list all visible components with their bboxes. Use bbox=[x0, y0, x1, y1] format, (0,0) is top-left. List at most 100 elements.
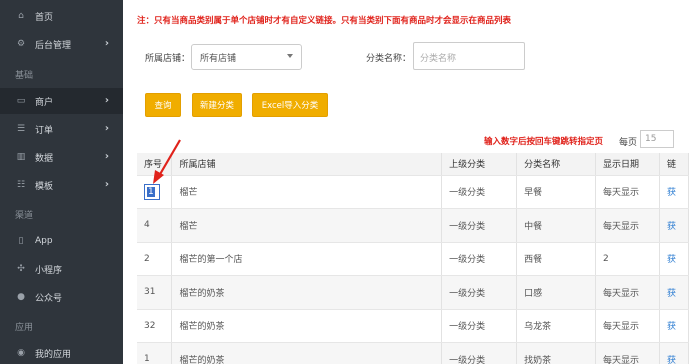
sidebar-item[interactable]: ✣ 小程序 bbox=[0, 256, 123, 282]
row-number-selected: 1 bbox=[147, 186, 155, 197]
sidebar-item[interactable]: ◉ 我的应用 bbox=[0, 340, 123, 364]
chart-icon: ▥ bbox=[16, 152, 26, 162]
row-number: 1 bbox=[144, 354, 150, 364]
cell-store: 榴芒 bbox=[171, 175, 443, 209]
sidebar-item-label: 数据 bbox=[35, 153, 54, 164]
sidebar-item[interactable]: ☷ 模板 › bbox=[0, 172, 123, 198]
sidebar-item[interactable]: ▥ 数据 › bbox=[0, 144, 123, 170]
table-row[interactable]: 32 榴芒的奶茶 一级分类 乌龙茶 每天显示获 bbox=[137, 309, 689, 343]
table-row[interactable]: 31 榴芒的奶茶 一级分类 口感 每天显示获 bbox=[137, 275, 689, 310]
per-page-input[interactable]: 15 bbox=[640, 130, 674, 148]
sidebar: ⌂ 首页 ⚙ 后台管理 › ▭ 商户 › ☰ 订单 › ▥ 数据 › ☷ 模板 › ▯ App ✣ 小程序 ● 公众号 ◉ 我的… bbox=[0, 0, 123, 364]
cell-parent: 一级分类 bbox=[441, 275, 518, 310]
sidebar-item-label: 模板 bbox=[35, 181, 54, 192]
category-table: 序号 所属店铺 上级分类 分类名称 显示日期 链 1 榴芒 一级分类 早餐 每天显示获 4… bbox=[137, 153, 689, 364]
annotation-arrow-icon bbox=[153, 139, 181, 184]
menu-icon: ☷ bbox=[16, 180, 26, 190]
chevron-right-icon: › bbox=[104, 179, 109, 190]
cell-parent: 一级分类 bbox=[441, 242, 518, 276]
chevron-right-icon: › bbox=[104, 38, 109, 49]
sidebar-section-label: 应用 bbox=[15, 323, 34, 333]
cell-store: 榴芒的奶茶 bbox=[171, 342, 443, 364]
cell-no[interactable]: 4 bbox=[137, 208, 173, 243]
cell-date: 每天显示 bbox=[595, 175, 660, 209]
cell-store: 榴芒的第一个店 bbox=[171, 242, 443, 276]
cell-no[interactable]: 2 bbox=[137, 242, 173, 276]
category-name-placeholder: 分类名称 bbox=[420, 54, 457, 64]
cell-link[interactable]: 获 bbox=[659, 342, 689, 364]
monitor-icon: ▭ bbox=[16, 96, 26, 106]
table-row[interactable]: 4 榴芒 一级分类 中餐 每天显示获 bbox=[137, 208, 689, 243]
cell-parent: 一级分类 bbox=[441, 208, 518, 243]
column-header[interactable]: 分类名称 bbox=[516, 153, 597, 176]
column-header[interactable]: 链 bbox=[659, 153, 689, 176]
row-number: 4 bbox=[144, 220, 150, 231]
sidebar-item[interactable]: ● 公众号 bbox=[0, 284, 123, 310]
cell-link[interactable]: 获 bbox=[659, 242, 689, 276]
per-page-label: 每页 bbox=[619, 138, 638, 148]
cell-link[interactable]: 获 bbox=[659, 175, 689, 209]
tablet-icon: ▯ bbox=[18, 236, 24, 246]
cell-store: 榴芒 bbox=[171, 208, 443, 243]
cell-store: 榴芒的奶茶 bbox=[171, 275, 443, 310]
cell-link[interactable]: 获 bbox=[659, 275, 689, 310]
new-category-button[interactable]: 新建分类 bbox=[192, 93, 242, 117]
chevron-right-icon: › bbox=[104, 123, 109, 134]
sidebar-section-label: 基础 bbox=[15, 71, 34, 81]
cell-parent: 一级分类 bbox=[441, 309, 518, 343]
row-number-editor[interactable]: 1 bbox=[144, 183, 160, 200]
store-select[interactable]: 所有店铺 bbox=[191, 44, 302, 70]
table-header-row: 序号 所属店铺 上级分类 分类名称 显示日期 链 bbox=[137, 153, 689, 176]
sidebar-section-label: 渠道 bbox=[15, 211, 34, 221]
chevron-right-icon: › bbox=[104, 95, 109, 106]
sidebar-item[interactable]: ☰ 订单 › bbox=[0, 116, 123, 142]
cell-link[interactable]: 获 bbox=[659, 208, 689, 243]
excel-import-button[interactable]: Excel导入分类 bbox=[252, 93, 328, 117]
sidebar-item-label: 订单 bbox=[35, 125, 54, 136]
row-number: 31 bbox=[144, 287, 156, 298]
chevron-down-icon bbox=[287, 54, 293, 58]
gears-icon: ⚙ bbox=[16, 39, 26, 49]
sidebar-item[interactable]: ⚙ 后台管理 › bbox=[0, 31, 123, 57]
cell-date: 每天显示 bbox=[595, 342, 660, 364]
cell-date: 2 bbox=[595, 242, 660, 276]
category-filter-label: 分类名称： bbox=[366, 54, 412, 64]
chevron-right-icon: › bbox=[104, 151, 109, 162]
cell-store: 榴芒的奶茶 bbox=[171, 309, 443, 343]
table-row[interactable]: 2 榴芒的第一个店 一级分类 西餐 2 获 bbox=[137, 242, 689, 276]
cell-name: 乌龙茶 bbox=[516, 309, 597, 343]
sidebar-item-label: 公众号 bbox=[35, 293, 63, 304]
notice-text: 注：只有当商品类别属于单个店铺时才有自定义链接。只有当类别下面有商品时才会显示在… bbox=[137, 16, 512, 26]
column-header[interactable]: 上级分类 bbox=[441, 153, 518, 176]
column-header[interactable]: 显示日期 bbox=[595, 153, 660, 176]
table-row[interactable]: 1 榴芒的奶茶 一级分类 找奶茶 每天显示获 bbox=[137, 342, 689, 364]
cell-name: 口感 bbox=[516, 275, 597, 310]
row-number: 32 bbox=[144, 320, 156, 331]
table-row[interactable]: 1 榴芒 一级分类 早餐 每天显示获 bbox=[137, 175, 689, 209]
page-jump-hint: 输入数字后按回车键跳转指定页 bbox=[484, 137, 604, 147]
cell-no[interactable]: 31 bbox=[137, 275, 173, 310]
cell-date: 每天显示 bbox=[595, 275, 660, 310]
query-button[interactable]: 查询 bbox=[145, 93, 181, 117]
miniapp-icon: ✣ bbox=[17, 264, 25, 274]
cell-no[interactable]: 32 bbox=[137, 309, 173, 343]
home-icon: ⌂ bbox=[18, 11, 24, 21]
sidebar-item-label: 我的应用 bbox=[35, 349, 72, 360]
cell-date: 每天显示 bbox=[595, 309, 660, 343]
cell-name: 中餐 bbox=[516, 208, 597, 243]
cell-name: 早餐 bbox=[516, 175, 597, 209]
sidebar-item[interactable]: ▯ App bbox=[0, 228, 123, 254]
cell-date: 每天显示 bbox=[595, 208, 660, 243]
sidebar-item-label: 小程序 bbox=[35, 265, 63, 276]
cell-name: 西餐 bbox=[516, 242, 597, 276]
sidebar-item[interactable]: ▭ 商户 › bbox=[0, 88, 123, 114]
sidebar-item-label: 商户 bbox=[35, 97, 54, 108]
cell-parent: 一级分类 bbox=[441, 342, 518, 364]
column-header[interactable]: 所属店铺 bbox=[171, 153, 443, 176]
row-number: 2 bbox=[144, 253, 150, 264]
cell-link[interactable]: 获 bbox=[659, 309, 689, 343]
cell-no[interactable]: 1 bbox=[137, 342, 173, 364]
category-name-input[interactable]: 分类名称 bbox=[413, 42, 525, 70]
sidebar-item-label: 后台管理 bbox=[35, 40, 72, 51]
sidebar-item[interactable]: ⌂ 首页 bbox=[0, 3, 123, 29]
